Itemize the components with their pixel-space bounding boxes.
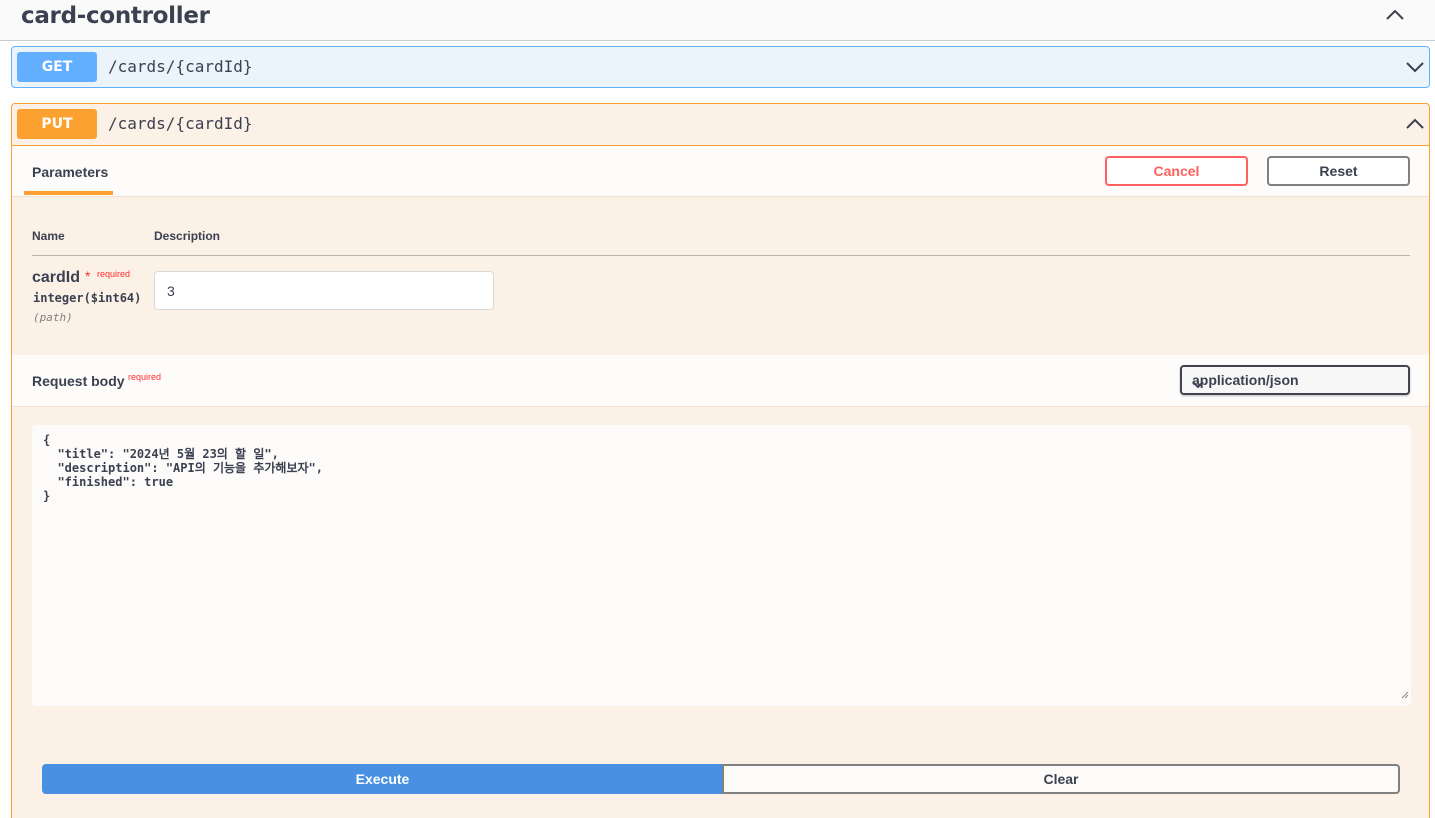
clear-button[interactable]: Clear (722, 764, 1400, 794)
method-badge-get: GET (17, 52, 97, 82)
parameter-type: integer($int64) (33, 291, 142, 305)
required-star: * (85, 268, 91, 284)
tag-title: card-controller (21, 3, 210, 29)
content-type-select[interactable]: application/json (1180, 365, 1410, 395)
get-endpoint-summary[interactable]: GET /cards/{cardId} (11, 46, 1430, 88)
request-body-header: Request body required application/json (12, 355, 1429, 407)
parameter-name: cardId (32, 269, 81, 286)
resize-handle-icon[interactable] (1401, 686, 1409, 704)
cardid-input[interactable] (154, 271, 494, 310)
tab-parameters[interactable]: Parameters (24, 146, 113, 195)
column-header-description: Description (154, 229, 221, 243)
endpoint-path: /cards/{cardId} (108, 114, 253, 133)
execute-button[interactable]: Execute (42, 764, 723, 794)
chevron-down-icon (1192, 376, 1394, 392)
put-endpoint-summary[interactable]: PUT /cards/{cardId} (12, 104, 1429, 146)
cancel-button[interactable]: Cancel (1105, 156, 1248, 186)
column-header-name: Name (32, 229, 65, 243)
tab-parameters-label: Parameters (32, 164, 109, 180)
request-body-editor[interactable]: { "title": "2024년 5월 23의 할 일", "descript… (32, 425, 1411, 706)
reset-button[interactable]: Reset (1267, 156, 1410, 186)
required-label: required (128, 372, 162, 382)
chevron-up-icon[interactable] (1405, 117, 1425, 131)
required-label: required (97, 269, 131, 279)
endpoint-path: /cards/{cardId} (108, 57, 253, 76)
request-body-title: Request body (32, 373, 125, 389)
request-body-text: { "title": "2024년 5월 23의 할 일", "descript… (43, 433, 323, 503)
method-badge-put: PUT (17, 109, 97, 139)
chevron-down-icon[interactable] (1405, 60, 1425, 74)
put-endpoint-block: PUT /cards/{cardId} Parameters Cancel Re… (11, 103, 1430, 818)
tag-header[interactable]: card-controller (0, 0, 1435, 41)
parameter-location: (path) (33, 311, 73, 324)
column-divider (32, 255, 1410, 256)
chevron-up-icon[interactable] (1385, 8, 1405, 22)
parameters-tab-header: Parameters Cancel Reset (12, 146, 1429, 197)
